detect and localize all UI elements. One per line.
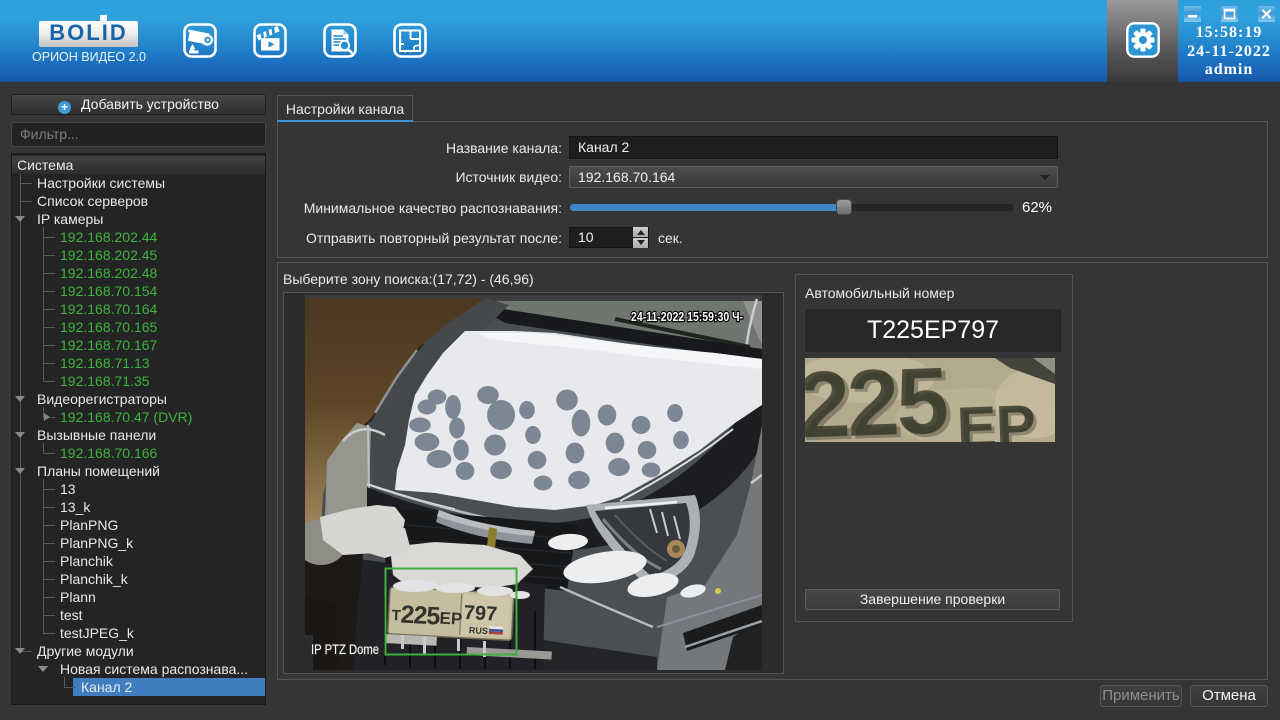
svg-text:ЕР: ЕР [439, 609, 463, 629]
svg-text:24-11-2022 15:59:30 Ч-: 24-11-2022 15:59:30 Ч- [631, 309, 743, 324]
svg-text:ЕР: ЕР [959, 395, 1039, 442]
svg-text:RUS: RUS [469, 625, 489, 636]
svg-text:225: 225 [400, 601, 441, 631]
svg-text:797: 797 [463, 602, 497, 626]
svg-text:225: 225 [805, 358, 952, 442]
svg-text:IP PTZ Dome: IP PTZ Dome [311, 642, 379, 657]
